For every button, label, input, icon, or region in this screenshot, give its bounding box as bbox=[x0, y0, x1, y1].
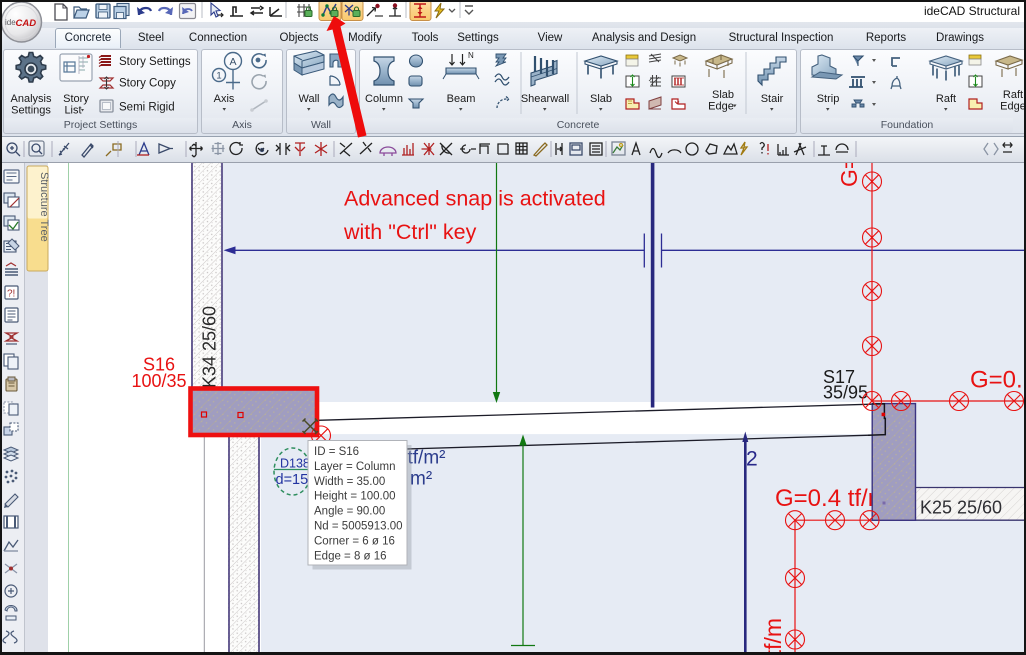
svg-text:Edge = 8 ø 16: Edge = 8 ø 16 bbox=[314, 550, 387, 562]
svg-text:35/95: 35/95 bbox=[823, 382, 868, 402]
svg-text:Layer = Column: Layer = Column bbox=[314, 461, 396, 473]
svg-text:Settings: Settings bbox=[11, 105, 51, 117]
svg-text:Structure Tree: Structure Tree bbox=[38, 172, 50, 242]
svg-text:m²: m² bbox=[410, 469, 432, 490]
svg-text:G=0.4 tf/m: G=0.4 tf/m bbox=[775, 485, 888, 512]
svg-text:Angle = 90.00: Angle = 90.00 bbox=[314, 506, 385, 518]
svg-text:Beam: Beam bbox=[447, 93, 476, 105]
svg-text:CAD: CAD bbox=[16, 18, 37, 29]
svg-text:100/35: 100/35 bbox=[131, 371, 186, 391]
svg-text:ID = S16: ID = S16 bbox=[314, 446, 359, 458]
svg-text:Edge: Edge bbox=[1000, 101, 1026, 113]
svg-text:tf/m²: tf/m² bbox=[408, 448, 446, 469]
svg-text:Stair: Stair bbox=[761, 93, 784, 105]
svg-text:Raft: Raft bbox=[1003, 89, 1023, 101]
svg-text:1: 1 bbox=[216, 71, 221, 82]
svg-text:Story Settings: Story Settings bbox=[119, 56, 191, 68]
svg-text:Slab: Slab bbox=[712, 89, 734, 101]
svg-text:G=0.: G=0. bbox=[970, 367, 1023, 394]
svg-text:Story: Story bbox=[63, 93, 89, 105]
svg-text:Nd = 5005913.00: Nd = 5005913.00 bbox=[314, 521, 403, 533]
svg-text:Story Copy: Story Copy bbox=[119, 78, 176, 90]
svg-text:A: A bbox=[229, 56, 236, 68]
svg-text:List: List bbox=[64, 105, 81, 117]
svg-text:Edge: Edge bbox=[708, 101, 734, 113]
svg-text:Strip: Strip bbox=[817, 93, 840, 105]
svg-text:Raft: Raft bbox=[936, 93, 956, 105]
svg-text:Advanced snap is activated: Advanced snap is activated bbox=[344, 187, 606, 211]
svg-text:N: N bbox=[468, 51, 474, 60]
svg-text:Height = 100.00: Height = 100.00 bbox=[314, 491, 396, 503]
svg-text:Corner = 6 ø 16: Corner = 6 ø 16 bbox=[314, 535, 395, 547]
svg-text:Shearwall: Shearwall bbox=[521, 93, 569, 105]
svg-text:d=15: d=15 bbox=[276, 472, 309, 488]
svg-text:Semi Rigid: Semi Rigid bbox=[119, 102, 175, 114]
svg-text:2: 2 bbox=[746, 448, 758, 471]
svg-text:D138: D138 bbox=[280, 456, 310, 470]
svg-text:G=0.4 tf/m: G=0.4 tf/m bbox=[760, 618, 786, 652]
svg-text:K34 25/60: K34 25/60 bbox=[200, 306, 220, 388]
svg-text:?!: ?! bbox=[7, 289, 15, 300]
svg-text:with "Ctrl" key: with "Ctrl" key bbox=[343, 220, 477, 244]
svg-text:Analysis: Analysis bbox=[11, 93, 52, 105]
svg-text:Width = 35.00: Width = 35.00 bbox=[314, 476, 385, 488]
svg-text:Slab: Slab bbox=[590, 93, 612, 105]
svg-text:K25 25/60: K25 25/60 bbox=[920, 498, 1002, 518]
svg-text:Axis: Axis bbox=[214, 93, 235, 105]
svg-text:G=0.4 tf/m: G=0.4 tf/m bbox=[836, 163, 862, 187]
